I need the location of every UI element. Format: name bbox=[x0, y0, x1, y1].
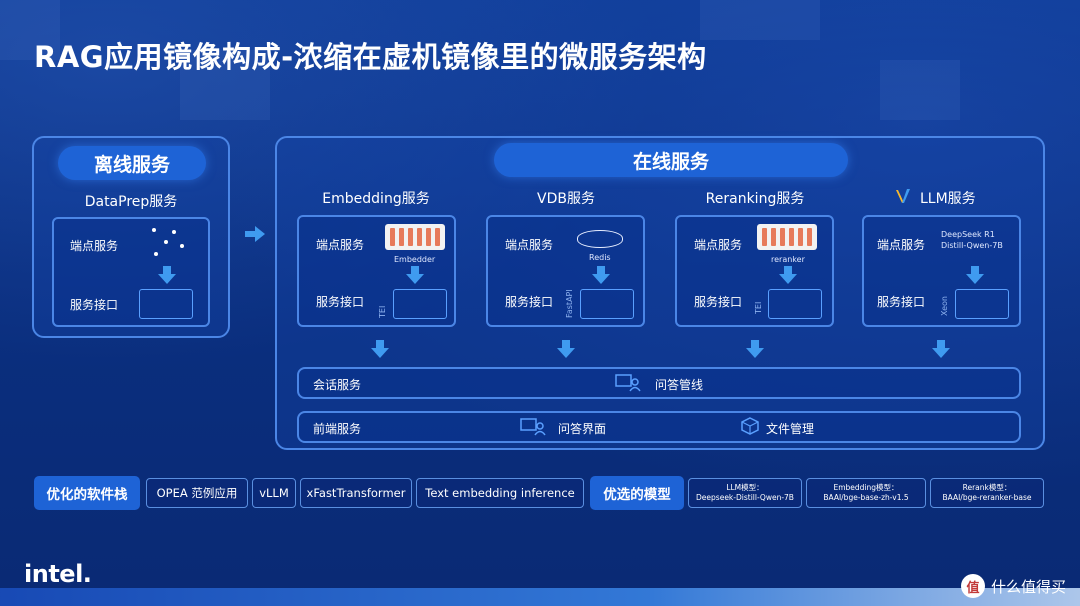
file-management-label: 文件管理 bbox=[766, 422, 815, 436]
background-tile bbox=[880, 60, 960, 120]
frontend-service-row bbox=[297, 411, 1021, 443]
model-item-rerank: Rerank模型： BAAI/bge-reranker-base bbox=[930, 478, 1044, 508]
reranker-engine-label: reranker bbox=[771, 255, 805, 264]
arrow-down-icon bbox=[931, 340, 951, 358]
arrow-down-icon bbox=[556, 340, 576, 358]
embedder-engine-label: Embedder bbox=[394, 255, 436, 264]
interface-icon bbox=[768, 289, 822, 319]
interface-icon bbox=[139, 289, 193, 319]
vdb-endpoint-label: 端点服务 bbox=[505, 238, 554, 252]
reranking-service-name: Reranking服务 bbox=[705, 191, 805, 207]
watermark: 值 什么值得买 bbox=[960, 574, 1066, 598]
arrow-down-icon bbox=[745, 340, 765, 358]
arrow-down-icon bbox=[591, 266, 611, 284]
dataprep-service-name: DataPrep服务 bbox=[84, 194, 178, 210]
llm-interface-label: 服务接口 bbox=[877, 295, 926, 309]
llm-engine-line2: Distill-Qwen-7B bbox=[941, 241, 1003, 250]
model-item-line1: LLM模型： bbox=[726, 483, 764, 492]
dataprep-interface-label: 服务接口 bbox=[70, 298, 119, 312]
model-item-embedding: Embedding模型： BAAI/bge-base-zh-v1.5 bbox=[806, 478, 926, 508]
arrow-down-icon bbox=[370, 340, 390, 358]
qa-interface-label: 问答界面 bbox=[558, 422, 607, 436]
redis-database-icon bbox=[577, 230, 623, 248]
embedding-endpoint-label: 端点服务 bbox=[316, 238, 365, 252]
dots-icon bbox=[152, 228, 184, 256]
arrow-down-icon bbox=[405, 266, 425, 284]
interface-icon bbox=[393, 289, 447, 319]
background-tile bbox=[700, 0, 820, 40]
llm-engine-line1: DeepSeek R1 bbox=[941, 230, 995, 239]
reranking-endpoint-label: 端点服务 bbox=[694, 238, 743, 252]
file-cube-icon bbox=[741, 417, 759, 435]
model-item-line1: Embedding模型： bbox=[833, 483, 899, 492]
dataprep-endpoint-label: 端点服务 bbox=[70, 239, 119, 253]
software-stack-header: 优化的软件栈 bbox=[34, 476, 140, 510]
llm-endpoint-label: 端点服务 bbox=[877, 238, 926, 252]
interface-icon bbox=[955, 289, 1009, 319]
redis-engine-label: Redis bbox=[589, 253, 611, 262]
frontend-service-label: 前端服务 bbox=[313, 422, 362, 436]
model-item-line2: BAAI/bge-base-zh-v1.5 bbox=[823, 493, 909, 502]
vdb-side-label: FastAPI bbox=[565, 289, 574, 318]
watermark-badge-icon: 值 bbox=[960, 574, 985, 598]
software-stack-item: Text embedding inference bbox=[416, 478, 584, 508]
reranker-chip-icon bbox=[757, 224, 817, 250]
embedding-side-label: TEI bbox=[378, 305, 387, 318]
bottom-gradient-strip bbox=[0, 588, 1080, 606]
page-title: RAG应用镜像构成-浓缩在虚机镜像里的微服务架构 bbox=[34, 40, 707, 74]
software-stack-item: OPEA 范例应用 bbox=[146, 478, 248, 508]
embedding-service-name: Embedding服务 bbox=[322, 191, 430, 207]
session-service-label: 会话服务 bbox=[313, 378, 362, 392]
model-item-line2: BAAI/bge-reranker-base bbox=[942, 493, 1032, 502]
arrow-down-icon bbox=[965, 266, 985, 284]
intel-logo: intel. bbox=[24, 560, 92, 588]
arrow-right-icon bbox=[245, 226, 267, 242]
arrow-down-icon bbox=[157, 266, 177, 284]
llm-service-name: LLM服务 bbox=[920, 191, 976, 207]
vdb-service-name: VDB服务 bbox=[537, 191, 595, 207]
reranking-side-label: TEI bbox=[754, 301, 763, 314]
interface-icon bbox=[580, 289, 634, 319]
online-header: 在线服务 bbox=[494, 143, 848, 177]
qa-pipeline-label: 问答管线 bbox=[655, 378, 704, 392]
software-stack-item: xFastTransformer bbox=[300, 478, 412, 508]
reranking-interface-label: 服务接口 bbox=[694, 295, 743, 309]
models-header: 优选的模型 bbox=[590, 476, 684, 510]
llm-side-label: Xeon bbox=[940, 295, 949, 316]
model-item-llm: LLM模型： Deepseek-Distill-Qwen-7B bbox=[688, 478, 802, 508]
embedder-chip-icon bbox=[385, 224, 445, 250]
model-item-line1: Rerank模型： bbox=[962, 483, 1012, 492]
model-item-line2: Deepseek-Distill-Qwen-7B bbox=[696, 493, 794, 502]
software-stack-item: vLLM bbox=[252, 478, 296, 508]
vllm-logo-icon bbox=[896, 189, 910, 203]
user-screen-icon bbox=[520, 418, 546, 436]
vdb-interface-label: 服务接口 bbox=[505, 295, 554, 309]
embedding-interface-label: 服务接口 bbox=[316, 295, 365, 309]
arrow-down-icon bbox=[778, 266, 798, 284]
offline-header: 离线服务 bbox=[58, 146, 206, 180]
user-screen-icon bbox=[615, 374, 641, 392]
watermark-text: 什么值得买 bbox=[990, 577, 1066, 596]
